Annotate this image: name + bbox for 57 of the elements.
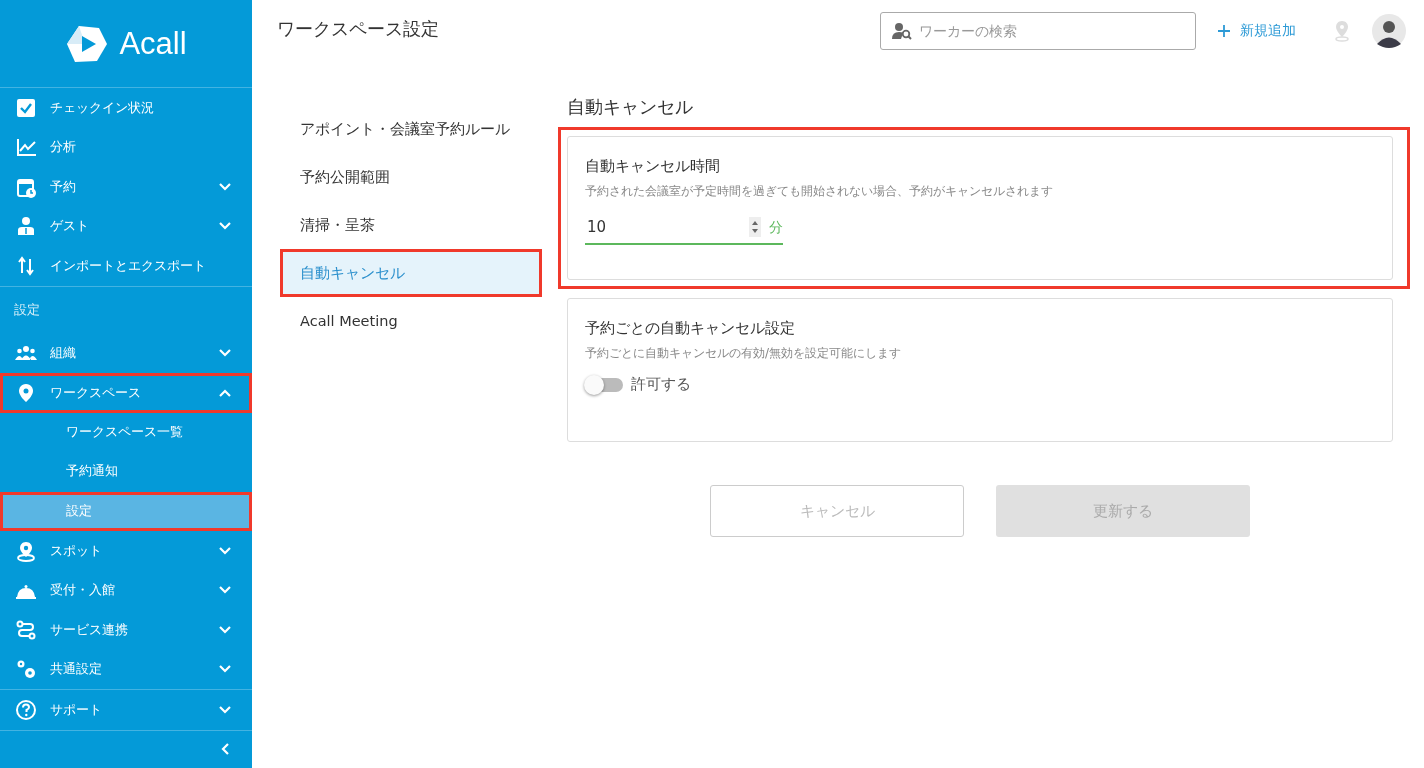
- card-description: 予約ごとに自動キャンセルの有効/無効を設定可能にします: [585, 345, 903, 362]
- number-field[interactable]: 10: [585, 213, 763, 243]
- toggle-label: 許可する: [631, 375, 691, 394]
- chevron-icon: [218, 585, 232, 596]
- sidebar-item[interactable]: 分析: [0, 127, 252, 167]
- settings-menu-item[interactable]: 清掃・呈茶: [280, 201, 542, 249]
- sidebar-item[interactable]: ワークスペース: [0, 373, 252, 413]
- add-new-button[interactable]: 新規追加: [1210, 22, 1304, 40]
- spinner-icon[interactable]: [749, 217, 761, 237]
- chevron-icon: [218, 387, 232, 398]
- unit-label: 分: [769, 219, 783, 237]
- settings-menu-item[interactable]: アポイント・会議室予約ルール: [280, 105, 542, 153]
- logo-text: Acall: [119, 25, 187, 62]
- sidebar-subitem[interactable]: ワークスペース一覧: [0, 412, 252, 452]
- sidebar-item[interactable]: チェックイン状況: [0, 88, 252, 128]
- chevron-icon: [218, 704, 232, 715]
- section-title: 自動キャンセル: [567, 95, 694, 119]
- checkbox-icon: [15, 96, 37, 119]
- chevron-icon: [218, 221, 232, 232]
- settings-menu-item[interactable]: 自動キャンセル: [280, 249, 542, 297]
- connection-icon: [15, 618, 37, 641]
- sidebar-item[interactable]: スポット: [0, 531, 252, 571]
- sidebar-item[interactable]: 共通設定: [0, 649, 252, 689]
- help-icon: [15, 698, 37, 721]
- play-logo-icon: [65, 23, 110, 64]
- sidebar-item[interactable]: サポート: [0, 690, 252, 730]
- sidebar-item[interactable]: 受付・入館: [0, 570, 252, 610]
- sidebar-item[interactable]: インポートとエクスポート: [0, 246, 252, 286]
- chevron-icon: [218, 545, 232, 556]
- page-title: ワークスペース設定: [277, 17, 440, 41]
- sidebar-item[interactable]: サービス連携: [0, 610, 252, 650]
- sidebar-item[interactable]: 組織: [0, 333, 252, 373]
- avatar-icon[interactable]: [1372, 14, 1406, 48]
- up-down-arrows-icon: [15, 254, 37, 277]
- card-title: 自動キャンセル時間: [585, 157, 721, 176]
- chevron-icon: [218, 348, 232, 359]
- toggle-switch[interactable]: [587, 377, 623, 392]
- sidebar-item[interactable]: 予約: [0, 167, 252, 207]
- collapse-chevron-icon[interactable]: [220, 741, 230, 756]
- plus-icon: [1218, 25, 1230, 37]
- chevron-icon: [218, 181, 232, 192]
- sidebar-subitem[interactable]: 予約通知: [0, 452, 252, 492]
- chevron-icon: [218, 624, 232, 635]
- card-description: 予約された会議室が予定時間を過ぎても開始されない場合、予約がキャンセルされます: [585, 183, 1054, 200]
- person-icon: [15, 215, 37, 238]
- section-heading: 設定: [13, 301, 41, 319]
- card-title: 予約ごとの自動キャンセル設定: [585, 319, 796, 338]
- settings-menu-item[interactable]: Acall Meeting: [280, 297, 542, 345]
- sidebar-subitem[interactable]: 設定: [0, 491, 252, 531]
- sidebar-item[interactable]: ゲスト: [0, 206, 252, 246]
- line-chart-icon: [15, 136, 37, 159]
- person-search-icon: [892, 22, 912, 40]
- settings-menu-item[interactable]: 予約公開範囲: [280, 153, 542, 201]
- search-field[interactable]: ワーカーの検索: [880, 12, 1196, 50]
- pin-with-ring-icon: [15, 539, 37, 562]
- chevron-icon: [218, 664, 232, 675]
- gears-icon: [15, 658, 37, 681]
